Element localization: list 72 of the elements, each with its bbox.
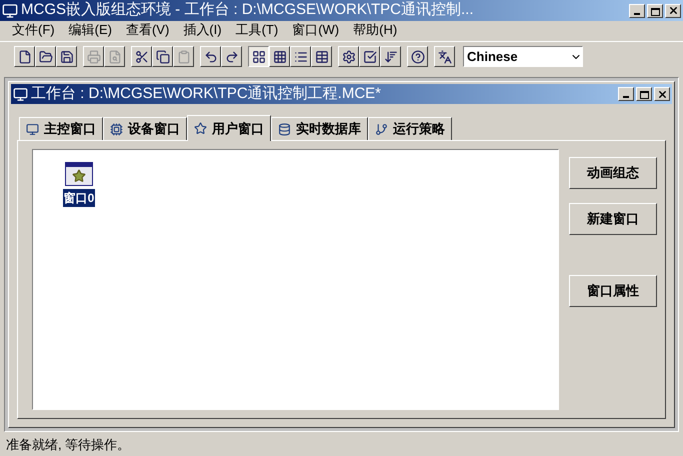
copy-button[interactable] [152, 46, 173, 67]
menu-item[interactable]: 窗口(W) [292, 20, 340, 40]
properties-button[interactable] [338, 46, 359, 67]
tab[interactable]: 实时数据库 [271, 117, 368, 140]
action-button[interactable]: 窗口属性 [569, 275, 657, 307]
paste-icon [176, 50, 190, 64]
maximize-button[interactable] [647, 4, 663, 18]
save-icon [60, 50, 74, 64]
strategy-tab-icon [375, 122, 388, 136]
new-icon [18, 50, 32, 64]
copy-icon [156, 50, 170, 64]
close-button[interactable] [665, 4, 681, 18]
tab[interactable]: 主控窗口 [19, 117, 103, 140]
open-button[interactable] [35, 46, 56, 67]
close-icon [668, 5, 678, 16]
save-button[interactable] [56, 46, 77, 67]
small-icons-button[interactable] [269, 46, 290, 67]
properties-icon [342, 50, 356, 64]
menu-item[interactable]: 插入(I) [183, 20, 222, 40]
redo-button[interactable] [221, 46, 242, 67]
details-button[interactable] [311, 46, 332, 67]
window-item-label[interactable]: 窗口0 [62, 189, 96, 207]
close-icon [656, 88, 668, 100]
list-icon [294, 50, 308, 64]
close-button[interactable] [654, 87, 670, 101]
sort-button[interactable] [380, 46, 401, 67]
workspace-icon [13, 86, 28, 102]
tab[interactable]: 运行策略 [368, 117, 452, 140]
open-icon [38, 50, 52, 64]
list-button[interactable] [290, 46, 311, 67]
undo-icon [204, 50, 218, 64]
main-tab-icon [26, 122, 39, 136]
language-select[interactable]: Chinese [463, 46, 583, 67]
workspace-title: 工作台 : D:\MCGSE\WORK\TPC通讯控制工程.MCE* [31, 84, 382, 104]
database-tab-icon [278, 122, 291, 136]
large-icons-icon [252, 50, 266, 64]
menu-item[interactable]: 查看(V) [126, 20, 170, 40]
check-icon [362, 50, 376, 64]
menu-item[interactable]: 文件(F) [12, 20, 55, 40]
menu-item[interactable]: 工具(T) [236, 20, 278, 40]
language-button[interactable] [434, 46, 455, 67]
new-button[interactable] [14, 46, 35, 67]
user-tab-icon [194, 122, 207, 135]
tab[interactable]: 用户窗口 [187, 115, 271, 141]
help-button[interactable] [407, 46, 428, 67]
small-icons-icon [272, 50, 286, 64]
cut-icon [134, 50, 148, 64]
minimize-button[interactable] [629, 4, 645, 18]
window-item-icon[interactable] [65, 162, 93, 186]
undo-button[interactable] [200, 46, 221, 67]
action-button[interactable]: 动画组态 [569, 157, 657, 189]
status-text: 准备就绪, 等待操作。 [6, 436, 130, 454]
help-icon [410, 50, 424, 64]
language-icon [438, 50, 452, 64]
cut-button[interactable] [131, 46, 152, 67]
preview-icon [108, 50, 122, 64]
details-icon [314, 50, 328, 64]
tab[interactable]: 设备窗口 [103, 117, 187, 140]
maximize-button[interactable] [636, 87, 652, 101]
sort-icon [384, 50, 398, 64]
star-icon [72, 169, 86, 183]
device-tab-icon [110, 122, 123, 136]
large-icons-button[interactable] [248, 46, 269, 67]
action-button[interactable]: 新建窗口 [569, 203, 657, 235]
menu-item[interactable]: 帮助(H) [353, 20, 398, 40]
print-icon [86, 50, 100, 64]
check-button[interactable] [359, 46, 380, 67]
window-title: MCGS嵌入版组态环境 - 工作台 : D:\MCGSE\WORK\TPC通讯控制... [21, 0, 475, 20]
menu-item[interactable]: 编辑(E) [68, 20, 112, 40]
redo-icon [224, 50, 238, 64]
minimize-button[interactable] [618, 87, 634, 101]
app-icon [2, 2, 18, 18]
